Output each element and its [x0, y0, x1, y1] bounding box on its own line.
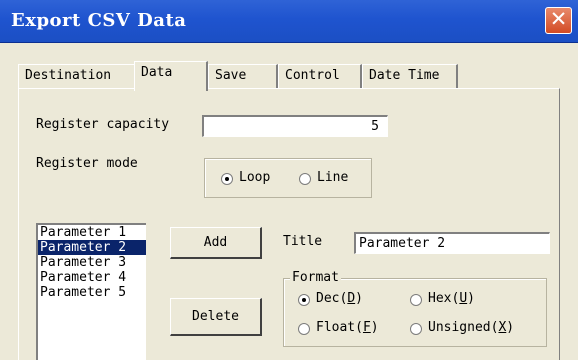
tab-date-time[interactable]: Date Time [362, 64, 458, 88]
tab-data[interactable]: Data [134, 61, 208, 91]
line-radio[interactable] [299, 173, 311, 185]
title-input[interactable]: Parameter 2 [354, 232, 550, 254]
float-radio[interactable] [298, 323, 310, 335]
list-item[interactable]: Parameter 3 [38, 255, 146, 270]
line-label[interactable]: Line [317, 170, 348, 185]
delete-button[interactable]: Delete [170, 298, 262, 336]
register-capacity-label: Register capacity [36, 117, 170, 132]
tab-destination[interactable]: Destination [18, 64, 136, 88]
title-label: Title [283, 234, 323, 249]
list-item[interactable]: Parameter 1 [38, 225, 146, 240]
loop-label[interactable]: Loop [239, 170, 270, 185]
hex-label[interactable]: Hex(U) [428, 291, 475, 306]
loop-radio[interactable] [221, 173, 233, 185]
hex-radio[interactable] [410, 294, 422, 306]
register-capacity-input[interactable]: 5 [202, 115, 388, 137]
format-group-label: Format [290, 270, 341, 285]
float-label[interactable]: Float(F) [316, 320, 379, 335]
close-icon: ✕ [549, 7, 568, 31]
unsigned-label[interactable]: Unsigned(X) [428, 320, 514, 335]
format-group [283, 278, 547, 347]
add-button[interactable]: Add [170, 227, 262, 259]
tab-save[interactable]: Save [208, 64, 278, 88]
dec-label[interactable]: Dec(D) [316, 291, 363, 306]
title-bar[interactable]: Export CSV Data ✕ [0, 0, 578, 43]
parameter-list[interactable]: Parameter 1 Parameter 2 Parameter 3 Para… [36, 223, 146, 360]
list-item[interactable]: Parameter 5 [38, 285, 146, 300]
close-button[interactable]: ✕ [545, 7, 572, 34]
window-title: Export CSV Data [11, 10, 187, 31]
list-item-selected[interactable]: Parameter 2 [38, 240, 146, 255]
unsigned-radio[interactable] [410, 323, 422, 335]
dec-radio[interactable] [298, 294, 310, 306]
tab-control[interactable]: Control [278, 64, 362, 88]
list-item[interactable]: Parameter 4 [38, 270, 146, 285]
register-mode-label: Register mode [36, 156, 138, 171]
